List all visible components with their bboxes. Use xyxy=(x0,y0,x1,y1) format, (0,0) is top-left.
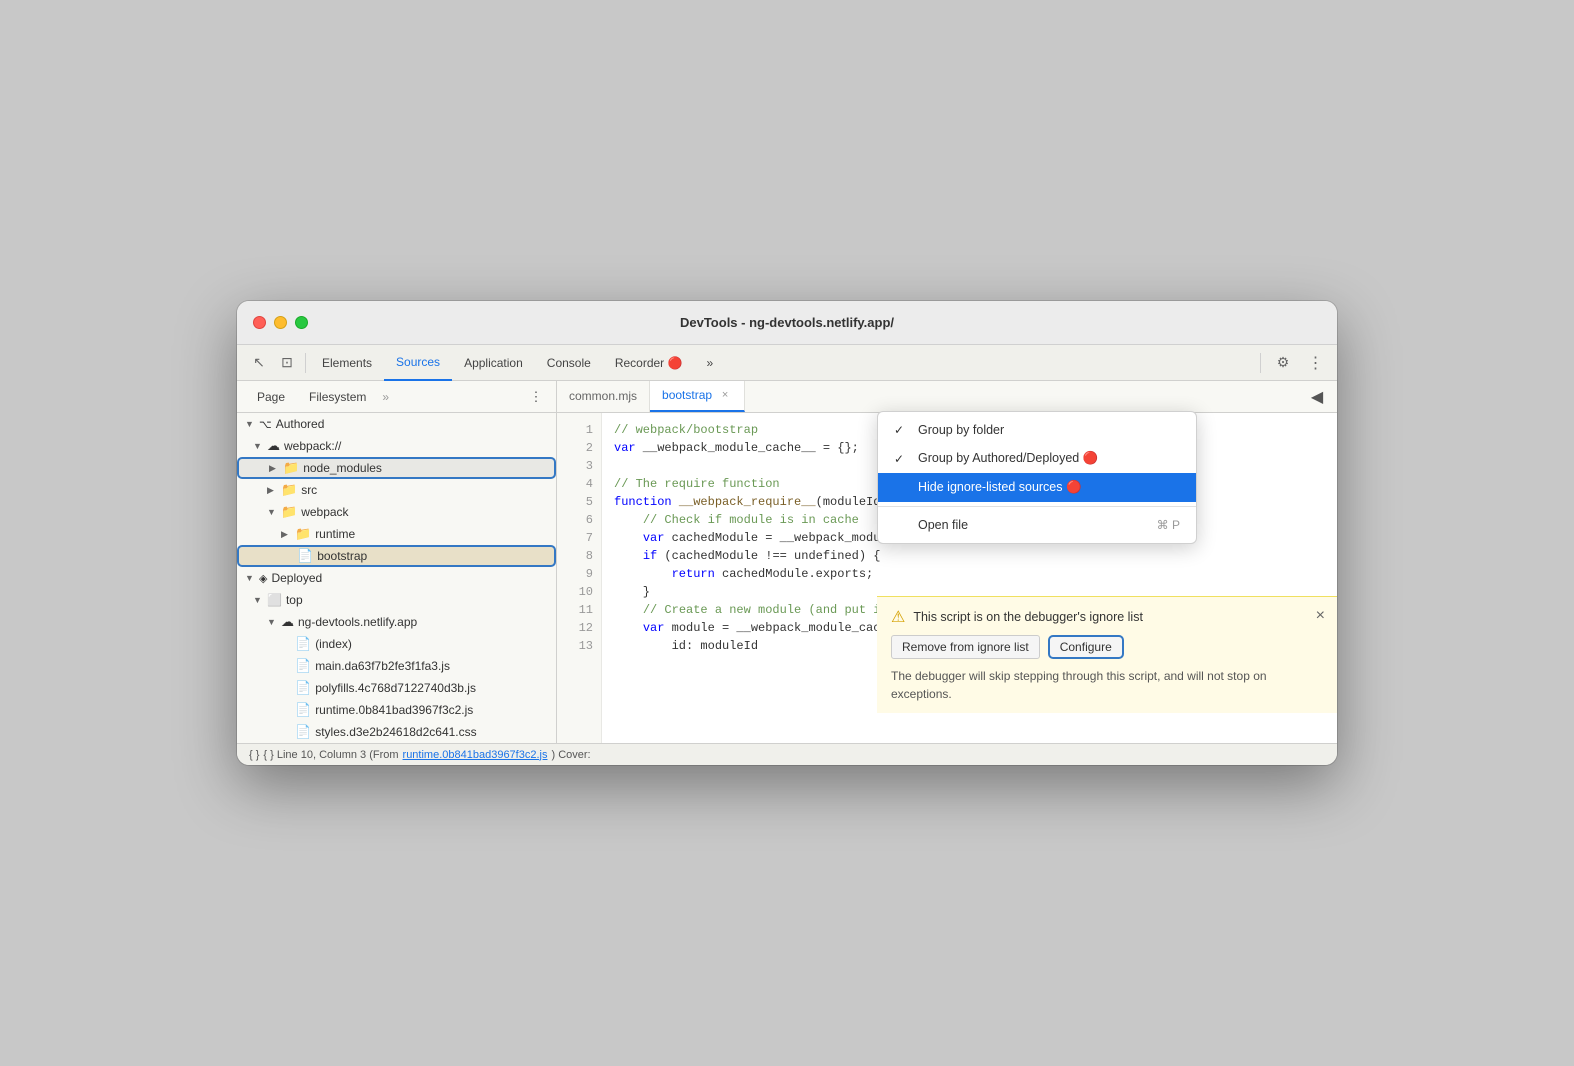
content-row: Page Filesystem » ⋮ ▼ ⌥ Authored xyxy=(237,381,1337,743)
menu-divider xyxy=(878,506,1196,507)
tab-more[interactable]: » xyxy=(694,345,725,381)
format-icon[interactable]: { } xyxy=(249,749,259,761)
close-button[interactable] xyxy=(253,316,266,329)
sub-tab-filesystem[interactable]: Filesystem xyxy=(297,381,378,413)
tree-item-index[interactable]: 📄 (index) xyxy=(237,633,556,655)
menu-item-group-by-folder[interactable]: ✓ Group by folder xyxy=(878,416,1196,444)
tree-item-ng-devtools[interactable]: ▼ ☁ ng-devtools.netlify.app xyxy=(237,611,556,633)
more-menu-btn[interactable]: ⋮ xyxy=(1301,349,1329,377)
tab-recorder[interactable]: Recorder 🔴 xyxy=(603,345,695,381)
tab-console[interactable]: Console xyxy=(535,345,603,381)
sub-tabs-row: Page Filesystem » ⋮ xyxy=(237,381,556,413)
open-file-shortcut: ⌘ P xyxy=(1157,518,1180,532)
status-bar: { } { } Line 10, Column 3 (From runtime.… xyxy=(237,743,1337,765)
tree-item-src[interactable]: ▶ 📁 src xyxy=(237,479,556,501)
main-content: Page Filesystem » ⋮ ▼ ⌥ Authored xyxy=(237,381,1337,765)
tree-item-polyfills-js[interactable]: 📄 polyfills.4c768d7122740d3b.js xyxy=(237,677,556,699)
warning-title: ⚠ This script is on the debugger's ignor… xyxy=(891,607,1323,627)
file-tree: ▼ ⌥ Authored ▼ ☁ webpack:// ▶ 📁 nod xyxy=(237,413,556,743)
tree-item-runtime[interactable]: ▶ 📁 runtime xyxy=(237,523,556,545)
devtools-right-actions: ⚙ ⋮ xyxy=(1256,349,1329,377)
tree-item-authored[interactable]: ▼ ⌥ Authored xyxy=(237,413,556,435)
sub-tab-page[interactable]: Page xyxy=(245,381,297,413)
file-tab-common-mjs[interactable]: common.mjs xyxy=(557,381,650,412)
tree-item-webpack-root[interactable]: ▼ ☁ webpack:// xyxy=(237,435,556,457)
line-numbers: 1 2 3 4 5 6 7 8 9 10 11 12 13 xyxy=(557,413,602,743)
menu-item-hide-ignore-listed[interactable]: Hide ignore-listed sources 🔴 xyxy=(878,473,1196,502)
file-tab-bootstrap[interactable]: bootstrap × xyxy=(650,381,745,412)
status-text: { } Line 10, Column 3 (From xyxy=(263,749,398,761)
sidebar-more-btn[interactable]: ⋮ xyxy=(524,385,548,409)
file-tabs: common.mjs bootstrap × xyxy=(557,381,1305,413)
traffic-lights xyxy=(253,316,308,329)
tree-item-top[interactable]: ▼ ⬜ top xyxy=(237,589,556,611)
sidebar-dots-btn[interactable]: ⋮ xyxy=(524,385,548,409)
warning-triangle-icon: ⚠ xyxy=(891,607,905,627)
configure-btn[interactable]: Configure xyxy=(1048,635,1124,659)
check-icon-group-folder: ✓ xyxy=(894,423,910,437)
tree-item-main-js[interactable]: 📄 main.da63f7b2fe3f1fa3.js xyxy=(237,655,556,677)
devtools-tab-bar: ↖ ⊡ Elements Sources Application Console… xyxy=(237,345,1337,381)
menu-item-group-by-authored[interactable]: ✓ Group by Authored/Deployed 🔴 xyxy=(878,444,1196,473)
settings-icon-btn[interactable]: ⚙ xyxy=(1269,349,1297,377)
status-file-link[interactable]: runtime.0b841bad3967f3c2.js xyxy=(403,749,548,761)
warning-banner: ⚠ This script is on the debugger's ignor… xyxy=(877,596,1337,713)
tree-item-deployed[interactable]: ▼ ◈ Deployed xyxy=(237,567,556,589)
devtools-window: DevTools - ng-devtools.netlify.app/ ↖ ⊡ … xyxy=(237,301,1337,765)
sidebar: Page Filesystem » ⋮ ▼ ⌥ Authored xyxy=(237,381,557,743)
context-menu: ✓ Group by folder ✓ Group by Authored/De… xyxy=(877,411,1197,544)
tree-item-webpack-folder[interactable]: ▼ 📁 webpack xyxy=(237,501,556,523)
file-tabs-row: common.mjs bootstrap × ◀ xyxy=(557,381,1337,413)
tree-item-styles-css[interactable]: 📄 styles.d3e2b24618d2c641.css xyxy=(237,721,556,743)
tree-item-runtime-js[interactable]: 📄 runtime.0b841bad3967f3c2.js xyxy=(237,699,556,721)
warning-description: The debugger will skip stepping through … xyxy=(891,667,1323,703)
warning-buttons: Remove from ignore list Configure xyxy=(891,635,1323,659)
menu-item-open-file[interactable]: Open file ⌘ P xyxy=(878,511,1196,539)
tab-sources[interactable]: Sources xyxy=(384,345,452,381)
tree-item-node-modules[interactable]: ▶ 📁 node_modules xyxy=(237,457,556,479)
tab-application[interactable]: Application xyxy=(452,345,535,381)
warning-close-btn[interactable]: × xyxy=(1316,607,1325,625)
cursor-icon-btn[interactable]: ↖ xyxy=(245,349,273,377)
tab-elements[interactable]: Elements xyxy=(310,345,384,381)
window-title: DevTools - ng-devtools.netlify.app/ xyxy=(680,315,894,330)
code-editor-area: common.mjs bootstrap × ◀ 1 2 3 xyxy=(557,381,1337,743)
title-bar: DevTools - ng-devtools.netlify.app/ xyxy=(237,301,1337,345)
check-icon-group-authored: ✓ xyxy=(894,452,910,466)
collapse-panel-btn[interactable]: ◀ xyxy=(1305,385,1329,409)
status-suffix: ) Cover: xyxy=(551,749,590,761)
layers-icon-btn[interactable]: ⊡ xyxy=(273,349,301,377)
minimize-button[interactable] xyxy=(274,316,287,329)
maximize-button[interactable] xyxy=(295,316,308,329)
tree-item-bootstrap[interactable]: 📄 bootstrap xyxy=(237,545,556,567)
file-tab-close-btn[interactable]: × xyxy=(718,388,732,402)
remove-ignore-btn[interactable]: Remove from ignore list xyxy=(891,635,1040,659)
